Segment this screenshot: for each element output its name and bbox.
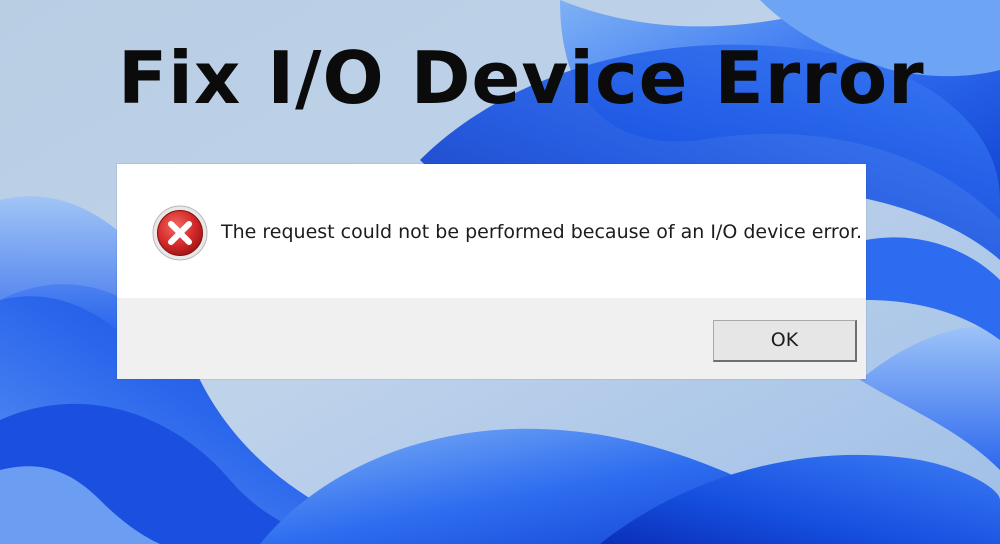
button-bar: OK <box>117 298 866 379</box>
headline: Fix I/O Device Error <box>118 36 925 120</box>
error-message: The request could not be performed becau… <box>221 221 863 243</box>
error-icon <box>151 204 209 262</box>
ok-button[interactable]: OK <box>713 320 857 362</box>
message-area: The request could not be performed becau… <box>117 164 866 298</box>
error-dialog: The request could not be performed becau… <box>117 164 866 379</box>
